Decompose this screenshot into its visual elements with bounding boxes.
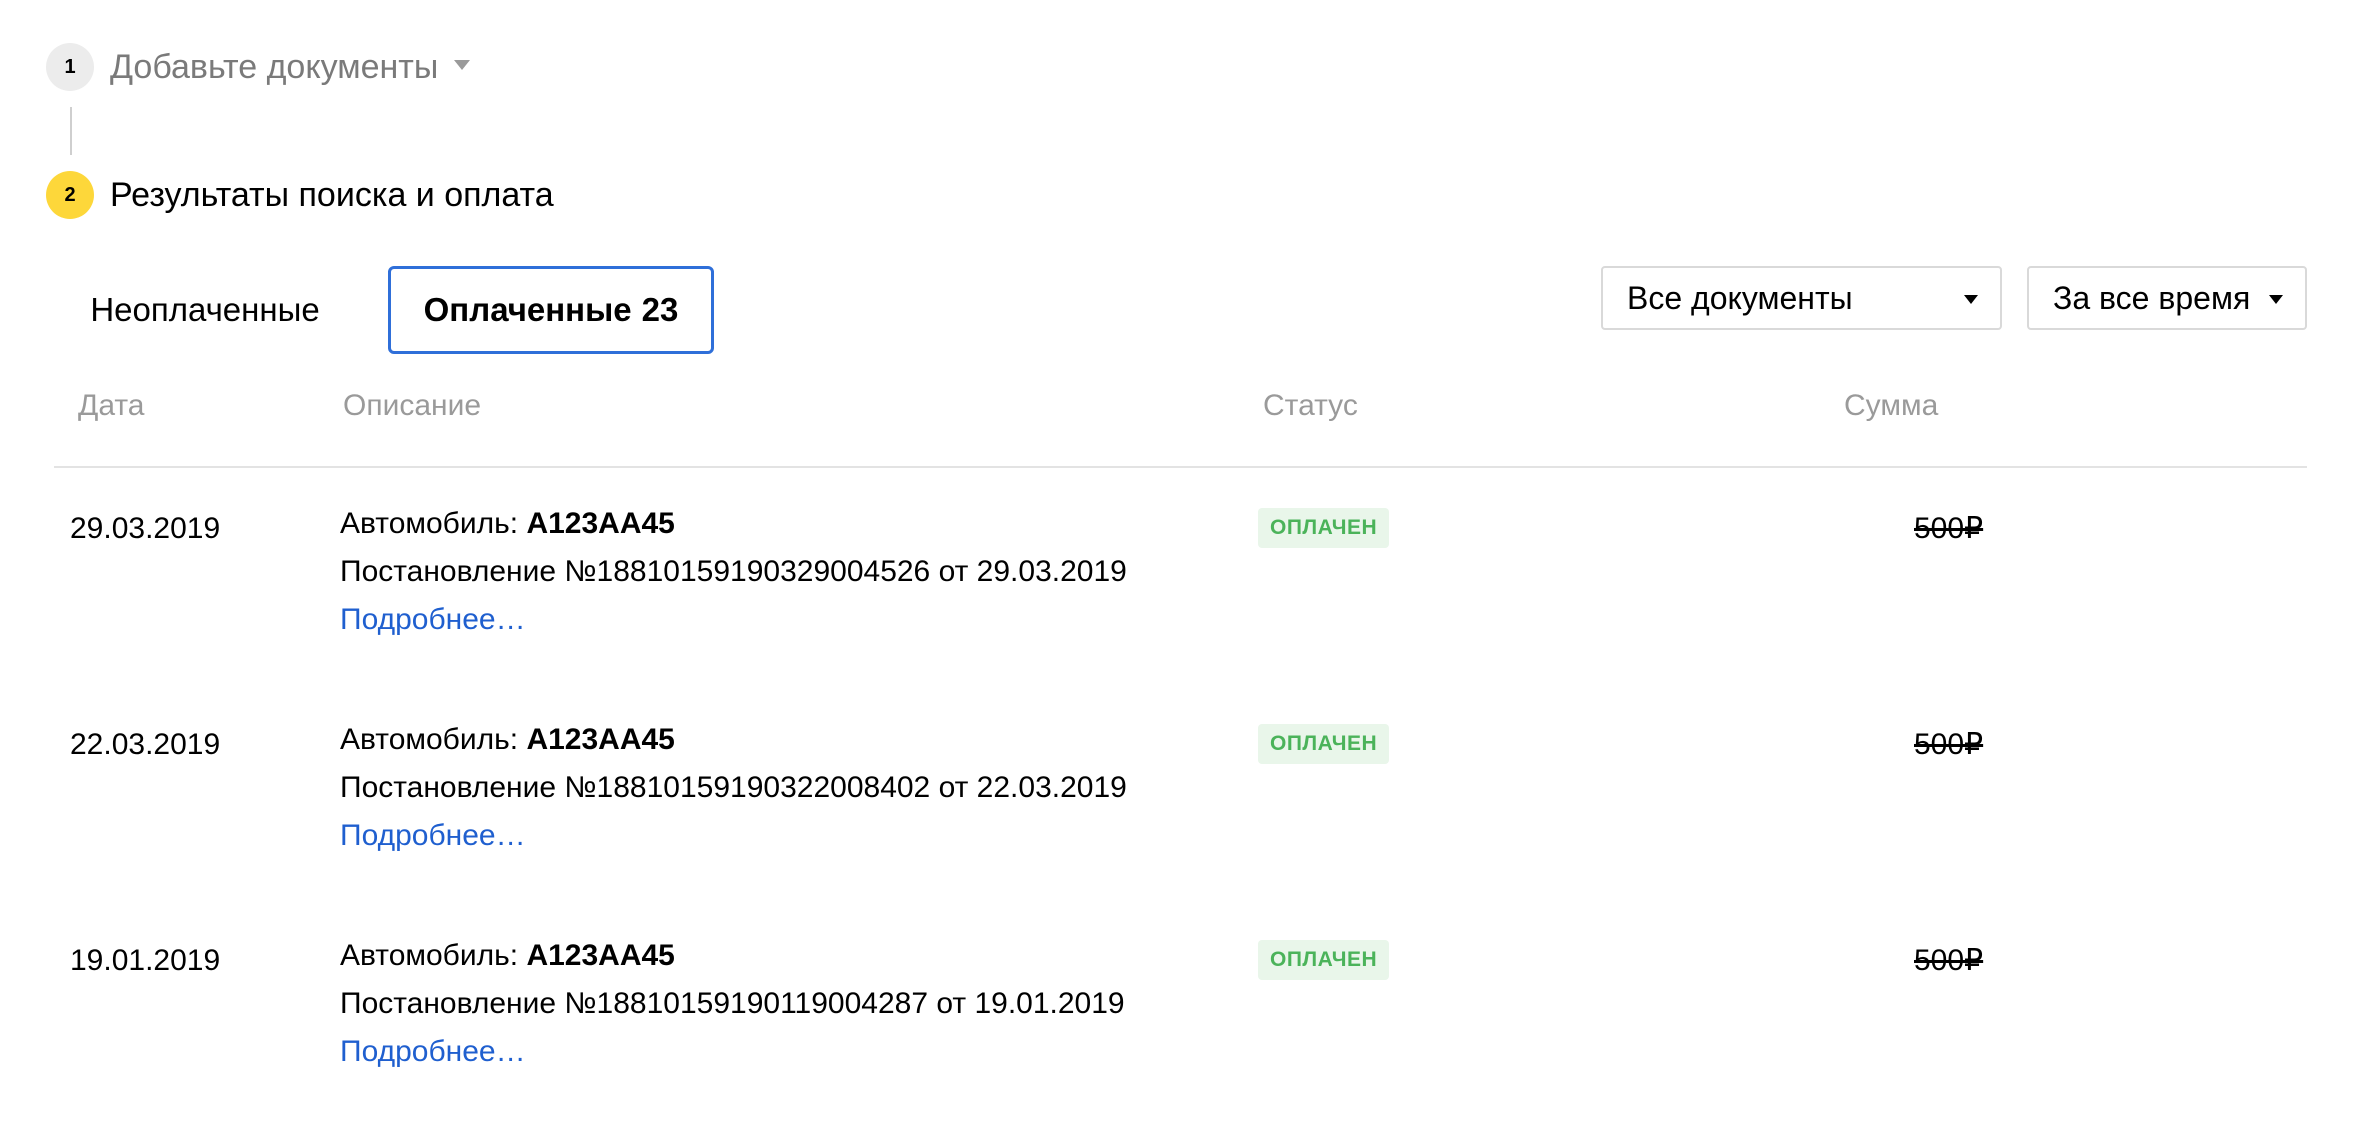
step-1-label: Добавьте документы	[110, 48, 439, 86]
status-badge: ОПЛАЧЕН	[1258, 508, 1390, 548]
vehicle-plate: А123АА45	[526, 723, 675, 756]
column-header-date: Дата	[78, 389, 145, 422]
row-date: 22.03.2019	[70, 728, 221, 761]
vehicle-line: Автомобиль: А123АА45	[340, 500, 1127, 548]
table-row: 19.01.2019 Автомобиль: А123АА45 Постанов…	[0, 932, 2354, 1122]
header-divider	[54, 466, 2307, 468]
tab-paid[interactable]: Оплаченные 23	[388, 266, 714, 354]
row-amount: 500₽	[1914, 728, 1984, 761]
vehicle-line: Автомобиль: А123АА45	[340, 932, 1125, 980]
step-2-label: Результаты поиска и оплата	[110, 176, 554, 214]
row-amount: 500₽	[1914, 512, 1984, 545]
row-date: 29.03.2019	[70, 512, 221, 545]
table-row: 29.03.2019 Автомобиль: А123АА45 Постанов…	[0, 500, 2354, 690]
row-description: Автомобиль: А123АА45 Постановление №1881…	[340, 932, 1125, 1076]
period-filter-value: За все время	[2053, 280, 2251, 316]
row-date: 19.01.2019	[70, 944, 221, 977]
step-connector	[70, 107, 72, 155]
details-link[interactable]: Подробнее…	[340, 1028, 1125, 1076]
period-filter-select[interactable]: За все время	[2027, 266, 2307, 330]
vehicle-label: Автомобиль:	[340, 507, 519, 540]
documents-filter-select[interactable]: Все документы	[1601, 266, 2002, 330]
decree-text: Постановление №18810159190329004526 от 2…	[340, 555, 1127, 588]
vehicle-label: Автомобиль:	[340, 939, 519, 972]
status-badge: ОПЛАЧЕН	[1258, 940, 1390, 980]
details-link[interactable]: Подробнее…	[340, 812, 1127, 860]
caret-down-icon	[1964, 295, 1978, 304]
row-amount: 500₽	[1914, 944, 1984, 977]
tab-unpaid[interactable]: Неоплаченные	[60, 266, 350, 354]
documents-filter-value: Все документы	[1627, 280, 1853, 316]
details-link[interactable]: Подробнее…	[340, 596, 1127, 644]
vehicle-plate: А123АА45	[526, 507, 675, 540]
caret-down-icon	[2269, 295, 2283, 304]
column-header-amount: Сумма	[1844, 389, 1939, 422]
row-description: Автомобиль: А123АА45 Постановление №1881…	[340, 500, 1127, 644]
step-2-number: 2	[46, 171, 94, 219]
row-description: Автомобиль: А123АА45 Постановление №1881…	[340, 716, 1127, 860]
table-row: 22.03.2019 Автомобиль: А123АА45 Постанов…	[0, 716, 2354, 906]
step-1-number: 1	[46, 43, 94, 91]
vehicle-line: Автомобиль: А123АА45	[340, 716, 1127, 764]
status-badge: ОПЛАЧЕН	[1258, 724, 1390, 764]
tab-unpaid-label: Неоплаченные	[90, 291, 320, 328]
decree-text: Постановление №18810159190322008402 от 2…	[340, 771, 1127, 804]
tab-paid-label: Оплаченные	[423, 291, 632, 328]
decree-text: Постановление №18810159190119004287 от 1…	[340, 987, 1125, 1020]
column-header-description: Описание	[343, 389, 482, 422]
vehicle-plate: А123АА45	[526, 939, 675, 972]
caret-down-icon	[454, 60, 471, 71]
column-header-status: Статус	[1263, 389, 1358, 422]
tab-paid-count: 23	[641, 291, 679, 328]
step-1-toggle[interactable]: Добавьте документы	[110, 47, 471, 87]
vehicle-label: Автомобиль:	[340, 723, 519, 756]
